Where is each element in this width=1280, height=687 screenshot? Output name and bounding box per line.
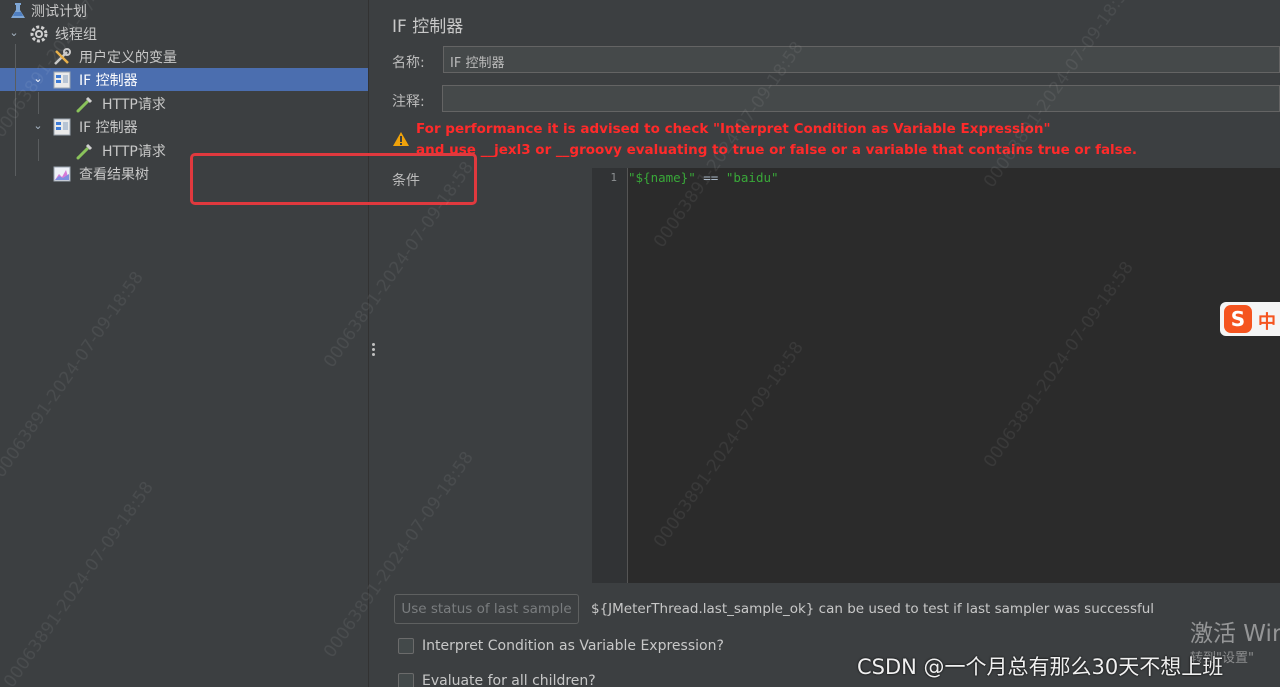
name-label: 名称: xyxy=(392,55,425,71)
windows-activation-title: 激活 Wir xyxy=(1190,621,1280,647)
interpret-condition-checkbox[interactable] xyxy=(398,638,414,654)
chart-icon xyxy=(53,166,71,182)
tree-item-user-variables[interactable]: 用户定义的变量 xyxy=(0,45,368,68)
tree-item-http-request-1[interactable]: HTTP请求 xyxy=(0,92,368,115)
code-token-string: "baidu" xyxy=(725,170,779,185)
pipette-icon xyxy=(76,96,93,113)
gear-icon xyxy=(30,25,48,43)
csdn-watermark: CSDN @一个月总有那么30天不想上班 xyxy=(857,655,1224,679)
warning-text-line2: and use __jexl3 or __groovy evaluating t… xyxy=(416,142,1137,158)
evaluate-all-children-label: Evaluate for all children? xyxy=(422,673,596,687)
last-sample-hint: ${JMeterThread.last_sample_ok} can be us… xyxy=(591,601,1155,617)
tree-item-label: HTTP请求 xyxy=(102,143,166,160)
page-title: IF 控制器 xyxy=(392,17,464,37)
name-field[interactable]: IF 控制器 xyxy=(443,46,1280,73)
tree-item-if-controller-1[interactable]: ⌄ IF 控制器 xyxy=(0,68,368,91)
tree-guide-line xyxy=(38,92,39,114)
use-status-of-last-sample-button[interactable]: Use status of last sample xyxy=(394,594,579,624)
panel-splitter[interactable] xyxy=(368,0,380,687)
ime-floating-widget[interactable]: S 中 xyxy=(1220,302,1280,336)
chevron-down-icon[interactable]: ⌄ xyxy=(7,26,21,40)
controller-icon xyxy=(53,118,71,136)
drag-handle-icon[interactable] xyxy=(372,343,376,357)
test-plan-tree[interactable]: 测试计划 ⌄ 线程组 用户定义的变量 ⌄ IF 控制器 HTTP请求 ⌄ IF … xyxy=(0,0,368,687)
tree-item-label: 测试计划 xyxy=(31,3,87,20)
interpret-condition-checkbox-row[interactable]: Interpret Condition as Variable Expressi… xyxy=(398,638,724,654)
controller-icon xyxy=(53,71,71,89)
tree-item-label: HTTP请求 xyxy=(102,96,166,113)
tree-item-thread-group[interactable]: ⌄ 线程组 xyxy=(0,22,368,45)
tree-item-test-plan[interactable]: 测试计划 xyxy=(0,0,368,22)
comment-field[interactable] xyxy=(442,85,1280,112)
if-controller-panel: IF 控制器 名称: IF 控制器 注释: For performance it… xyxy=(380,0,1280,687)
code-line[interactable]: "${name}" == "baidu" xyxy=(628,170,779,185)
tree-item-label: IF 控制器 xyxy=(79,119,138,136)
flask-icon xyxy=(11,3,25,18)
interpret-condition-label: Interpret Condition as Variable Expressi… xyxy=(422,638,724,654)
tree-item-label: IF 控制器 xyxy=(79,72,138,89)
pipette-icon xyxy=(76,143,93,160)
condition-editor[interactable]: 1 "${name}" == "baidu" xyxy=(592,168,1280,583)
sogou-logo-icon: S xyxy=(1224,305,1252,333)
tree-item-if-controller-2[interactable]: ⌄ IF 控制器 xyxy=(0,115,368,138)
line-number-gutter: 1 xyxy=(592,168,628,583)
ime-mode-label: 中 xyxy=(1258,312,1276,333)
chevron-down-icon[interactable]: ⌄ xyxy=(31,119,45,133)
code-token-string: "${name}" xyxy=(628,170,696,185)
evaluate-all-children-checkbox-row[interactable]: Evaluate for all children? xyxy=(398,673,596,687)
tree-item-label: 线程组 xyxy=(55,26,97,43)
tree-item-label: 查看结果树 xyxy=(79,166,149,183)
warning-text-line1: For performance it is advised to check "… xyxy=(416,121,1051,137)
code-token-operator: == xyxy=(695,170,726,185)
evaluate-all-children-checkbox[interactable] xyxy=(398,673,414,687)
annotation-highlight-box xyxy=(190,153,477,205)
tree-guide-line xyxy=(38,139,39,161)
tree-guide-line xyxy=(15,44,16,176)
chevron-down-icon[interactable]: ⌄ xyxy=(31,72,45,86)
line-number: 1 xyxy=(610,171,617,184)
wrench-icon xyxy=(54,48,71,65)
tree-item-label: 用户定义的变量 xyxy=(79,49,177,66)
comment-label: 注释: xyxy=(392,94,425,110)
warning-icon xyxy=(393,132,409,146)
